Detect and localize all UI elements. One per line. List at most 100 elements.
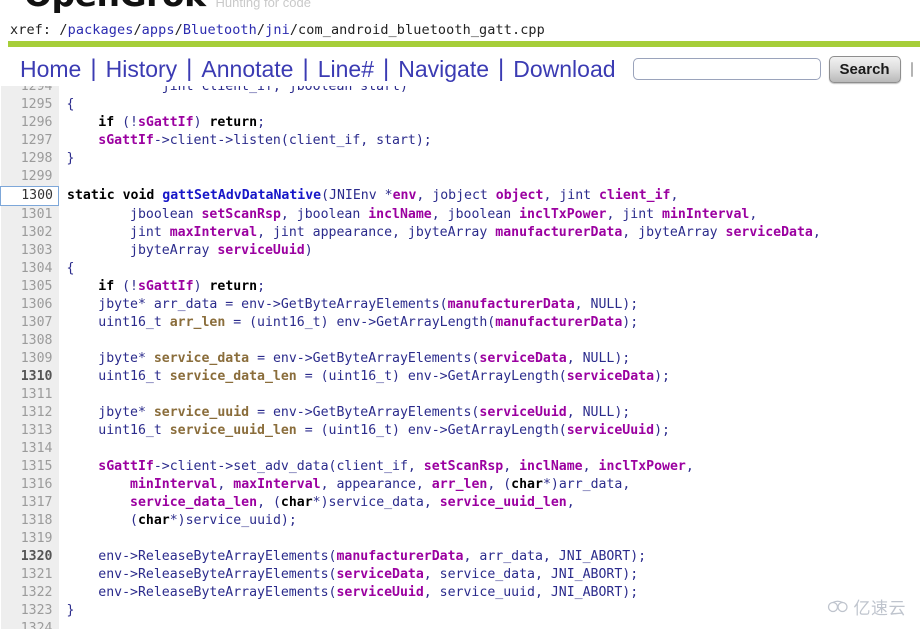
code-line-content[interactable]: } (59, 150, 821, 168)
nav-link-home[interactable]: Home (14, 54, 90, 84)
line-number[interactable]: 1301 (0, 205, 59, 224)
breadcrumb-path[interactable]: /packages/apps/Bluetooth/jni/com_android… (51, 22, 545, 38)
line-number[interactable]: 1315 (0, 458, 59, 476)
line-number[interactable]: 1302 (0, 224, 59, 242)
line-number[interactable]: 1307 (0, 314, 59, 332)
line-number[interactable]: 1305 (0, 278, 59, 296)
nav-link-annotate[interactable]: Annotate (192, 54, 302, 84)
code-line-content[interactable]: sGattIf->client->set_adv_data(client_if,… (59, 458, 821, 476)
code-line: 1324 (0, 620, 821, 629)
line-number[interactable]: 1310 (0, 368, 59, 386)
code-line: 1297 sGattIf->client->listen(client_if, … (0, 132, 821, 150)
line-number[interactable]: 1314 (0, 440, 59, 458)
code-line: 1320 env->ReleaseByteArrayElements(manuf… (0, 548, 821, 566)
code-line-content[interactable]: jint maxInterval, jint appearance, jbyte… (59, 224, 821, 242)
line-number[interactable]: 1324 (0, 620, 59, 629)
code-line-content[interactable] (59, 332, 821, 350)
search-button[interactable]: Search (828, 55, 901, 83)
line-number[interactable]: 1311 (0, 386, 59, 404)
breadcrumb-separator: / (289, 22, 299, 38)
code-line: 1309 jbyte* service_data = env->GetByteA… (0, 350, 821, 368)
line-number[interactable]: 1298 (0, 150, 59, 168)
breadcrumb: xref: /packages/apps/Bluetooth/jni/com_a… (10, 22, 920, 40)
line-number[interactable]: 1322 (0, 584, 59, 602)
line-number[interactable]: 1317 (0, 494, 59, 512)
code-line-content[interactable]: uint16_t arr_len = (uint16_t) env->GetAr… (59, 314, 821, 332)
line-number[interactable]: 1312 (0, 404, 59, 422)
code-line-content[interactable]: if (!sGattIf) return; (59, 114, 821, 132)
code-line: 1322 env->ReleaseByteArrayElements(servi… (0, 584, 821, 602)
line-number[interactable]: 1304 (0, 260, 59, 278)
code-line-content[interactable]: { (59, 260, 821, 278)
code-line-content[interactable]: if (!sGattIf) return; (59, 278, 821, 296)
code-line-content[interactable]: env->ReleaseByteArrayElements(serviceDat… (59, 566, 821, 584)
line-number[interactable]: 1308 (0, 332, 59, 350)
code-line-content[interactable]: sGattIf->client->listen(client_if, start… (59, 132, 821, 150)
code-line-content[interactable] (59, 620, 821, 629)
code-line-content[interactable] (59, 530, 821, 548)
code-line-content[interactable]: { (59, 96, 821, 114)
nav-link-line-number[interactable]: Line# (309, 54, 383, 84)
breadcrumb-file-name: com_android_bluetooth_gatt.cpp (298, 22, 545, 38)
code-line: 1294 jint client_if, jboolean start) (0, 86, 821, 96)
breadcrumb-segment-bluetooth[interactable]: Bluetooth (183, 22, 257, 38)
breadcrumb-separator: / (174, 22, 183, 38)
nav-link-navigate[interactable]: Navigate (389, 54, 498, 84)
definitions-only-checkbox[interactable] (910, 61, 913, 77)
line-number[interactable]: 1303 (0, 242, 59, 260)
line-number[interactable]: 1306 (0, 296, 59, 314)
line-number[interactable]: 1300 (0, 186, 59, 206)
code-line-content[interactable]: jbyte* service_data = env->GetByteArrayE… (59, 350, 821, 368)
code-line: 1310 uint16_t service_data_len = (uint16… (0, 368, 821, 386)
code-line-content[interactable]: uint16_t service_uuid_len = (uint16_t) e… (59, 422, 821, 440)
code-line: 1314 (0, 440, 821, 458)
nav-link-download[interactable]: Download (504, 54, 624, 84)
code-line-content[interactable]: service_data_len, (char*)service_data, s… (59, 494, 821, 512)
code-line-content[interactable]: jbyte* service_uuid = env->GetByteArrayE… (59, 404, 821, 422)
line-number[interactable]: 1319 (0, 530, 59, 548)
line-number[interactable]: 1296 (0, 114, 59, 132)
code-line: 1321 env->ReleaseByteArrayElements(servi… (0, 566, 821, 584)
line-number[interactable]: 1299 (0, 168, 59, 187)
header-divider (8, 41, 920, 47)
code-line: 1306 jbyte* arr_data = env->GetByteArray… (0, 296, 821, 314)
line-number[interactable]: 1316 (0, 476, 59, 494)
search-input[interactable] (632, 58, 821, 80)
code-line-content[interactable]: uint16_t service_data_len = (uint16_t) e… (59, 368, 821, 386)
code-line-content[interactable] (59, 168, 821, 187)
line-number[interactable]: 1313 (0, 422, 59, 440)
line-number[interactable]: 1295 (0, 96, 59, 114)
code-line-content[interactable]: jint client_if, jboolean start) (59, 86, 821, 96)
code-line: 1317 service_data_len, (char*)service_da… (0, 494, 821, 512)
code-line-content[interactable]: jboolean setScanRsp, jboolean inclName, … (59, 206, 821, 225)
code-line-content[interactable] (59, 440, 821, 458)
code-line: 1304{ (0, 260, 821, 278)
xref-label: xref: (10, 22, 52, 38)
code-line-content[interactable]: } (59, 602, 821, 620)
code-line: 1301 jboolean setScanRsp, jboolean inclN… (0, 205, 821, 225)
line-number[interactable]: 1321 (0, 566, 59, 584)
line-number[interactable]: 1297 (0, 132, 59, 150)
source-code-viewport[interactable]: 1294 jint client_if, jboolean start) 1295… (0, 86, 920, 629)
line-number[interactable]: 1309 (0, 350, 59, 368)
code-line-content[interactable] (59, 386, 821, 404)
line-number[interactable]: 1318 (0, 512, 59, 530)
code-line-content[interactable]: jbyteArray serviceUuid) (59, 242, 821, 260)
main-navigation: Home | History | Annotate | Line# | Navi… (14, 52, 920, 86)
code-line: 1313 uint16_t service_uuid_len = (uint16… (0, 422, 821, 440)
code-line: 1305 if (!sGattIf) return; (0, 278, 821, 296)
line-number[interactable]: 1294 (0, 86, 59, 96)
code-line-content[interactable]: static void gattSetAdvDataNative(JNIEnv … (59, 187, 821, 206)
breadcrumb-segment-jni[interactable]: jni (265, 22, 290, 38)
line-number[interactable]: 1320 (0, 548, 59, 566)
code-line: 1307 uint16_t arr_len = (uint16_t) env->… (0, 314, 821, 332)
breadcrumb-segment-apps[interactable]: apps (142, 22, 175, 38)
nav-link-history[interactable]: History (97, 54, 187, 84)
code-line-content[interactable]: env->ReleaseByteArrayElements(manufactur… (59, 548, 821, 566)
breadcrumb-segment-packages[interactable]: packages (68, 22, 134, 38)
line-number[interactable]: 1323 (0, 602, 59, 620)
code-line-content[interactable]: (char*)service_uuid); (59, 512, 821, 530)
code-line-content[interactable]: env->ReleaseByteArrayElements(serviceUui… (59, 584, 821, 602)
code-line-content[interactable]: minInterval, maxInterval, appearance, ar… (59, 476, 821, 494)
code-line-content[interactable]: jbyte* arr_data = env->GetByteArrayEleme… (59, 296, 821, 314)
